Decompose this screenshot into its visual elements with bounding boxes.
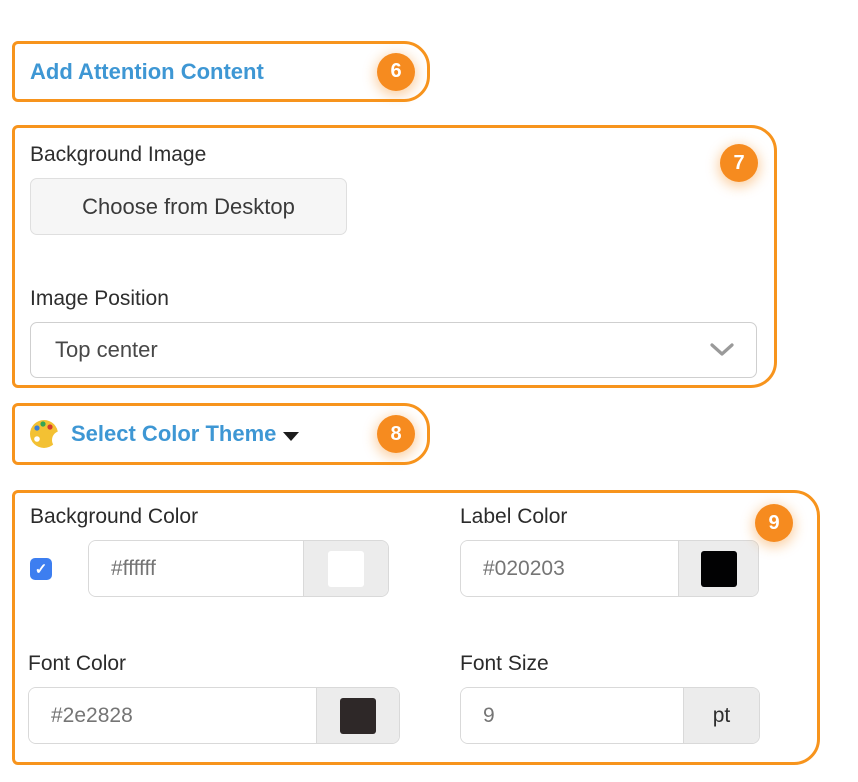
palette-icon — [28, 417, 62, 451]
label-color-input[interactable] — [461, 541, 678, 596]
image-position-value: Top center — [55, 337, 158, 363]
annotation-badge-7: 7 — [720, 144, 758, 182]
font-color-swatch-button[interactable] — [316, 688, 399, 743]
font-color-field — [28, 687, 400, 744]
section-background-image: Background Image Choose from Desktop Ima… — [12, 125, 777, 388]
background-color-label: Background Color — [30, 505, 198, 529]
section-select-color-theme: Select Color Theme 8 — [12, 403, 430, 465]
background-color-checkbox[interactable]: ✓ — [30, 558, 52, 580]
background-color-field: ✓ — [30, 540, 389, 597]
font-color-input[interactable] — [29, 688, 316, 743]
font-size-unit: pt — [713, 704, 731, 728]
select-color-theme-link[interactable]: Select Color Theme — [71, 421, 276, 447]
annotation-badge-8: 8 — [377, 415, 415, 453]
chevron-down-icon — [710, 337, 734, 363]
label-color-field — [460, 540, 759, 597]
background-color-swatch — [328, 551, 364, 587]
style-settings-panel: Add Attention Content 6 Background Image… — [0, 0, 858, 782]
label-color-swatch — [701, 551, 737, 587]
label-color-swatch-button[interactable] — [678, 541, 758, 596]
font-color-label: Font Color — [28, 652, 126, 676]
section-add-attention-content: Add Attention Content 6 — [12, 41, 430, 102]
image-position-select[interactable]: Top center — [30, 322, 757, 378]
background-color-swatch-button[interactable] — [303, 541, 388, 596]
background-image-label: Background Image — [30, 143, 759, 167]
font-size-field: pt — [460, 687, 760, 744]
font-size-input[interactable] — [461, 688, 683, 743]
background-color-input[interactable] — [89, 541, 303, 596]
font-size-unit-addon: pt — [683, 688, 759, 743]
font-size-label: Font Size — [460, 652, 549, 676]
section-colors: Background Color ✓ Label Color Font Colo… — [12, 490, 820, 765]
caret-down-icon — [283, 432, 299, 441]
add-attention-content-link[interactable]: Add Attention Content — [30, 59, 264, 85]
annotation-badge-6: 6 — [377, 53, 415, 91]
label-color-label: Label Color — [460, 505, 567, 529]
image-position-label: Image Position — [30, 287, 759, 311]
annotation-badge-9: 9 — [755, 504, 793, 542]
font-color-swatch — [340, 698, 376, 734]
choose-from-desktop-button[interactable]: Choose from Desktop — [30, 178, 347, 235]
